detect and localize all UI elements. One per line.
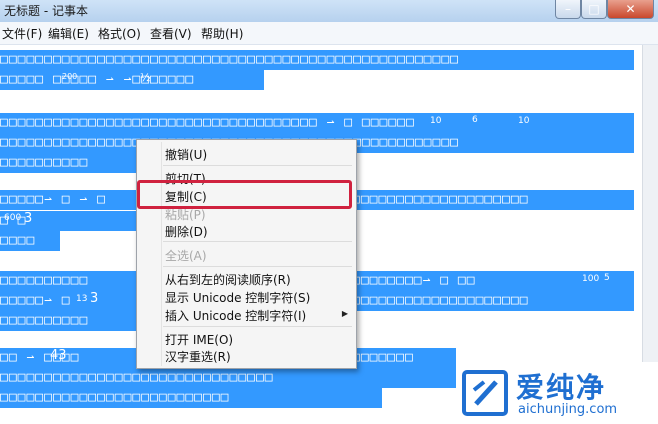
text-fragment: 3 — [90, 291, 99, 306]
watermark-logo-icon — [462, 370, 508, 416]
text-fragment: 10 — [518, 116, 530, 126]
menu-gutter — [161, 142, 162, 366]
watermark-url: aichunjing.com — [518, 402, 618, 417]
selected-line: □□□□□ □□□□□ ⇀ ⇀□□□□□□□ — [0, 70, 264, 90]
selected-line: □□□□□□□□□□□□□□□□□□□□□□□□□□ — [0, 388, 382, 408]
title-bar: 无标题 - 记事本 – □ ✕ — [0, 0, 658, 22]
copy-highlight-box — [137, 180, 352, 209]
maximize-button[interactable]: □ — [581, 0, 607, 19]
text-fragment: 43 — [50, 348, 67, 363]
close-button[interactable]: ✕ — [607, 0, 654, 19]
menu-item-open-ime[interactable]: 打开 IME(O) — [165, 331, 233, 348]
text-fragment: 5 — [604, 273, 610, 283]
selected-line: □□□□□□□ — [352, 348, 456, 368]
menu-item-undo[interactable]: 撤销(U) — [165, 146, 207, 163]
menu-separator — [163, 241, 352, 242]
menu-separator — [163, 326, 352, 327]
menu-help[interactable]: 帮助(H) — [201, 25, 243, 42]
menu-item-insert-unicode[interactable]: 插入 Unicode 控制字符(I) — [165, 307, 306, 324]
text-fragment: 100 — [582, 274, 600, 284]
menu-item-reconversion[interactable]: 汉字重选(R) — [165, 348, 231, 365]
selected-line: □□□□□□□□□□□□□□□□□□□□□□□□□□□□□□□□□□□□□□□□… — [0, 50, 634, 70]
text-fragment: 3 — [24, 211, 33, 226]
text-fragment: 200 — [62, 72, 78, 81]
text-fragment: 13 — [76, 294, 88, 304]
menu-separator — [163, 266, 352, 267]
selected-line: □□□□□□□□□□ — [0, 311, 136, 331]
selected-line: □□□□□⇀ □ ⇀ □ — [0, 190, 136, 210]
menu-item-delete[interactable]: 删除(D) — [165, 223, 208, 240]
text-fragment: 600 — [4, 213, 22, 223]
menu-edit[interactable]: 编辑(E) — [48, 25, 89, 42]
window-title: 无标题 - 记事本 — [4, 4, 88, 18]
menu-bar: 文件(F) 编辑(E) 格式(O) 查看(V) 帮助(H) — [0, 22, 658, 45]
text-fragment: ½ — [140, 71, 151, 84]
menu-item-rtl-reading[interactable]: 从右到左的阅读顺序(R) — [165, 271, 291, 288]
selected-line: □□□□ — [0, 231, 60, 251]
selected-line: □□□□□□□□□□ — [0, 153, 138, 173]
minimize-button[interactable]: – — [555, 0, 581, 19]
context-menu: 撤销(U) 剪切(T) 复制(C) 粘贴(P) 删除(D) 全选(A) 从右到左… — [136, 139, 357, 369]
selected-line: □□□□□□□□□□ — [0, 271, 136, 291]
menu-item-select-all: 全选(A) — [165, 249, 207, 263]
menu-file[interactable]: 文件(F) — [2, 25, 42, 42]
selected-line: □□□□□□□□□□□□□□□□□□□□□□□□□□□□□□□ — [0, 368, 456, 388]
watermark-cn: 爱纯净 — [516, 371, 607, 404]
selected-line: □□□□□□□□□□□□□□□□□□□□□□□□□□□□□□□□□□□□ ⇀ □… — [0, 113, 634, 133]
submenu-arrow-icon: ▶ — [341, 309, 348, 318]
text-fragment: 10 — [430, 116, 442, 126]
selected-line: □□□□□□□□□□□□□□□□□□□□ — [352, 291, 634, 311]
menu-item-show-unicode[interactable]: 显示 Unicode 控制字符(S) — [165, 289, 310, 306]
menu-separator — [163, 165, 352, 166]
selected-line: □□□□□□□□□□□□□□□□□□□□ — [352, 190, 634, 210]
menu-format[interactable]: 格式(O) — [98, 25, 141, 42]
watermark: 爱纯净 aichunjing.com — [456, 362, 658, 424]
text-fragment: 6 — [472, 115, 478, 125]
selected-line: □□□□□⇀ □ — [0, 291, 136, 311]
selected-line: □□ ⇀ □□□□ — [0, 348, 136, 368]
menu-view[interactable]: 查看(V) — [150, 25, 192, 42]
